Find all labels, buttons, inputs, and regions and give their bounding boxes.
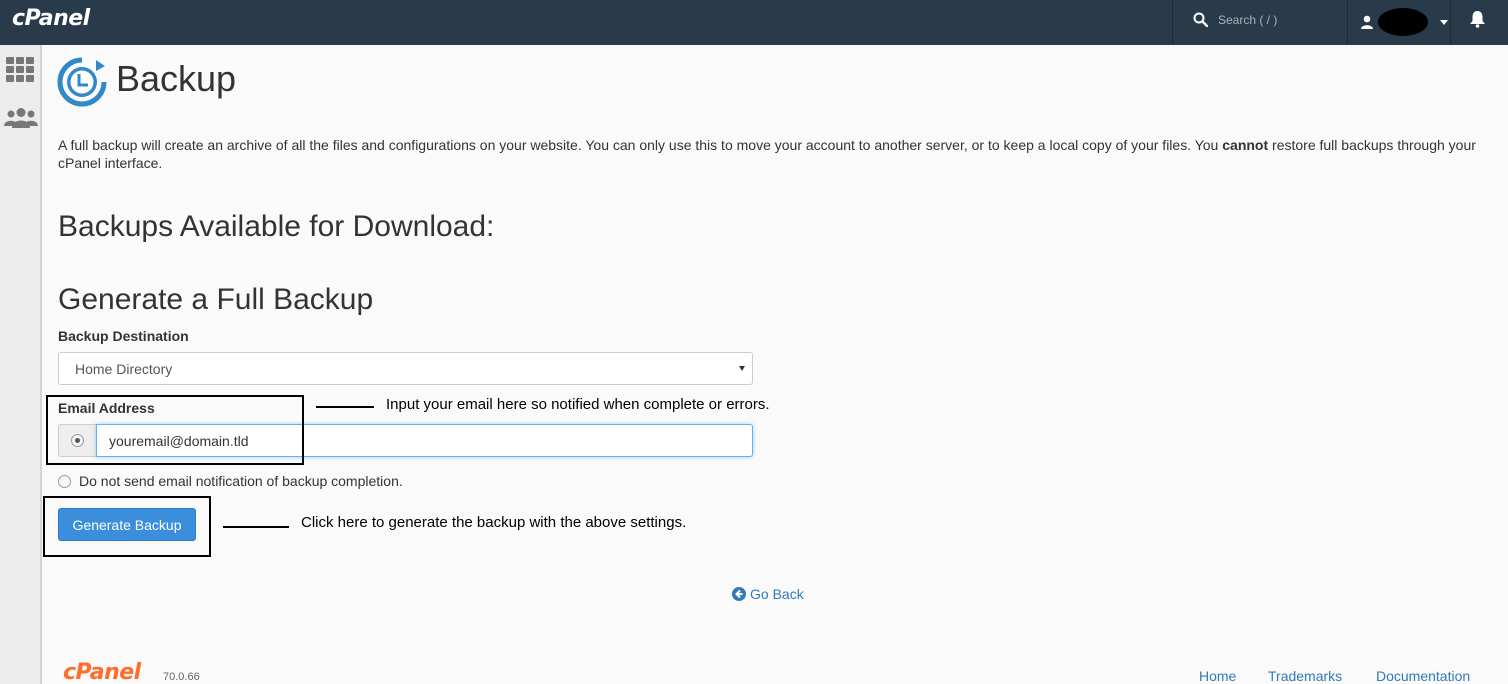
left-sidebar xyxy=(0,45,42,684)
email-annotation-box xyxy=(46,395,304,465)
bell-icon xyxy=(1470,11,1485,28)
button-annotation-line xyxy=(223,526,289,528)
go-back-link[interactable]: Go Back xyxy=(732,586,804,602)
button-annotation-box xyxy=(43,496,211,557)
arrow-circle-left-icon xyxy=(732,587,746,601)
footer-link-home[interactable]: Home xyxy=(1199,668,1236,684)
no-email-option[interactable]: Do not send email notification of backup… xyxy=(58,473,403,489)
dropdown-arrow-icon xyxy=(739,366,745,371)
intro-text-start: A full backup will create an archive of … xyxy=(58,137,1223,153)
redacted-username xyxy=(1378,8,1428,36)
backup-destination-label: Backup Destination xyxy=(58,328,189,344)
footer-link-documentation[interactable]: Documentation xyxy=(1376,668,1470,684)
footer-cpanel-logo[interactable]: cPanel xyxy=(63,660,141,684)
backup-clock-icon xyxy=(57,57,107,107)
search-box[interactable]: Search ( / ) xyxy=(1193,12,1277,27)
cpanel-logo[interactable]: cPanel xyxy=(12,6,90,31)
go-back-label[interactable]: Go Back xyxy=(750,586,804,602)
top-bar: cPanel Search ( / ) xyxy=(0,0,1508,45)
page-title: Backup xyxy=(116,58,237,99)
button-annotation-text: Click here to generate the backup with t… xyxy=(301,514,687,531)
version-number: 70.0.66 xyxy=(163,671,200,683)
topbar-divider xyxy=(1450,0,1451,45)
topbar-divider xyxy=(1172,0,1173,45)
email-annotation-text: Input your email here so notified when c… xyxy=(386,396,770,413)
search-placeholder[interactable]: Search ( / ) xyxy=(1218,13,1277,27)
chevron-down-icon xyxy=(1440,19,1448,25)
intro-text-emphasis: cannot xyxy=(1222,137,1269,153)
search-icon xyxy=(1193,12,1208,27)
available-backups-heading: Backups Available for Download: xyxy=(58,210,495,243)
users-icon[interactable] xyxy=(3,107,39,129)
backup-destination-value: Home Directory xyxy=(75,361,173,377)
no-email-label[interactable]: Do not send email notification of backup… xyxy=(79,473,403,489)
topbar-divider xyxy=(1347,0,1348,45)
generate-backup-heading: Generate a Full Backup xyxy=(58,283,374,316)
backup-destination-select[interactable]: Home Directory xyxy=(58,352,753,385)
email-annotation-line xyxy=(316,406,374,408)
notifications-button[interactable] xyxy=(1469,10,1486,33)
no-email-radio[interactable] xyxy=(58,474,71,488)
user-icon xyxy=(1361,15,1373,29)
apps-grid-icon[interactable] xyxy=(6,57,34,82)
user-menu[interactable] xyxy=(1360,8,1448,36)
footer-link-trademarks[interactable]: Trademarks xyxy=(1268,668,1342,684)
intro-text: A full backup will create an archive of … xyxy=(58,136,1478,172)
